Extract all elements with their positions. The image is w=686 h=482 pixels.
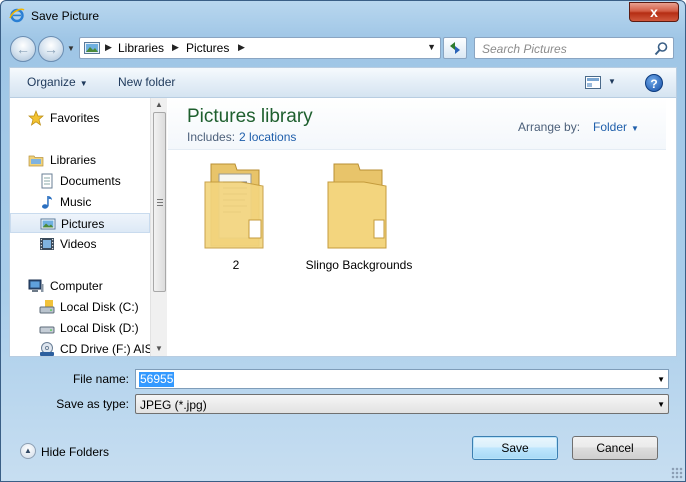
drive-icon — [39, 326, 55, 334]
breadcrumb-separator-icon: ▶ — [105, 42, 112, 52]
navigation-scrollbar[interactable]: ▲ ▼ — [150, 98, 167, 356]
computer-icon — [28, 279, 44, 292]
documents-icon — [41, 173, 53, 189]
nav-label: Computer — [50, 279, 103, 293]
pictures-library-icon — [84, 42, 100, 54]
nav-label: Music — [60, 195, 92, 209]
file-name-value[interactable]: 56955 — [139, 372, 175, 387]
content-area: Favorites Libraries Documents Music Pict… — [9, 97, 677, 357]
folder-icon — [327, 163, 387, 249]
music-icon — [42, 196, 52, 209]
internet-explorer-icon — [9, 8, 25, 23]
cd-drive-icon — [40, 342, 54, 356]
title-bar: Save Picture x — [1, 1, 685, 31]
address-bar[interactable]: ▶ Libraries ▶ Pictures ▶ ▼ — [79, 37, 441, 59]
library-header: Pictures library Includes: 2 locations Ar… — [168, 98, 666, 150]
chevron-up-icon: ▲ — [20, 443, 36, 459]
libraries-icon — [28, 155, 44, 167]
nav-label: CD Drive (F:) AIS — [60, 342, 150, 356]
breadcrumb-separator-icon[interactable]: ▶ — [238, 42, 245, 53]
search-box[interactable]: Search Pictures — [474, 37, 674, 59]
nav-label: Videos — [60, 237, 97, 251]
save-as-type-label: Save as type: — [56, 397, 129, 411]
organize-menu[interactable]: Organize ▼ — [27, 75, 88, 89]
refresh-icon — [450, 42, 460, 54]
navigation-pane: Favorites Libraries Documents Music Pict… — [10, 98, 150, 356]
save-as-type-value: JPEG (*.jpg) — [140, 398, 207, 412]
navigation-bar: ← → ▼ ▶ Libraries ▶ Pictures ▶ ▼ Search … — [1, 31, 685, 65]
view-options-dropdown-icon[interactable]: ▼ — [608, 77, 616, 86]
scroll-up-icon[interactable]: ▲ — [155, 100, 163, 109]
includes-label: Includes: — [187, 130, 236, 144]
includes-locations-link[interactable]: 2 locations — [239, 130, 296, 144]
chevron-down-icon: ▼ — [79, 79, 88, 88]
nav-label: Local Disk (C:) — [60, 300, 139, 314]
help-icon[interactable]: ? — [645, 74, 663, 92]
forward-button[interactable]: → — [38, 36, 64, 62]
folder-with-documents-icon — [204, 163, 264, 249]
videos-icon — [40, 238, 54, 250]
arrange-by-dropdown[interactable]: Folder ▼ — [593, 120, 639, 134]
scrollbar-thumb[interactable] — [153, 112, 166, 292]
file-name-label: File name: — [72, 372, 129, 386]
chevron-down-icon: ▼ — [657, 400, 665, 409]
search-input[interactable]: Search Pictures — [482, 42, 567, 56]
breadcrumb-libraries[interactable]: Libraries — [118, 41, 164, 55]
folder-item[interactable]: 2 — [181, 158, 291, 288]
nav-item-computer[interactable]: Computer — [10, 276, 150, 296]
breadcrumb-pictures[interactable]: Pictures — [186, 41, 229, 55]
file-name-dropdown-icon[interactable]: ▼ — [657, 375, 665, 384]
close-icon: x — [650, 4, 658, 20]
nav-label: Favorites — [50, 111, 100, 125]
arrange-by-value: Folder — [593, 120, 628, 134]
nav-label: Documents — [60, 174, 121, 188]
nav-label: Pictures — [61, 217, 105, 231]
recent-pages-dropdown-icon[interactable]: ▼ — [67, 44, 77, 54]
back-arrow-icon: ← — [16, 41, 30, 57]
cancel-button[interactable]: Cancel — [572, 436, 658, 460]
pictures-icon — [40, 218, 56, 230]
star-icon — [28, 110, 44, 126]
refresh-button[interactable] — [443, 37, 467, 59]
nav-item-local-disk-c[interactable]: Local Disk (C:) — [10, 297, 150, 317]
back-button[interactable]: ← — [10, 36, 36, 62]
arrange-by-label: Arrange by: — [518, 120, 581, 134]
scroll-down-icon[interactable]: ▼ — [155, 344, 163, 353]
library-title: Pictures library — [187, 106, 313, 127]
folder-name: Slingo Backgrounds — [305, 258, 413, 272]
save-picture-dialog: Save Picture x ← → ▼ ▶ Libraries ▶ Pictu… — [0, 0, 686, 482]
nav-item-videos[interactable]: Videos — [10, 234, 150, 254]
folder-item[interactable]: Slingo Backgrounds — [304, 158, 414, 288]
nav-item-documents[interactable]: Documents — [10, 171, 150, 191]
chevron-down-icon: ▼ — [631, 124, 639, 133]
close-button[interactable]: x — [629, 2, 679, 22]
address-dropdown-icon[interactable]: ▼ — [427, 42, 436, 52]
nav-item-music[interactable]: Music — [10, 192, 150, 212]
file-list-pane: Pictures library Includes: 2 locations Ar… — [168, 98, 676, 356]
command-toolbar: Organize ▼ New folder ▼ ? — [9, 67, 677, 97]
nav-item-local-disk-d[interactable]: Local Disk (D:) — [10, 318, 150, 338]
nav-item-cd-drive-f[interactable]: CD Drive (F:) AIS — [10, 339, 150, 356]
search-icon[interactable] — [653, 41, 669, 57]
window-title: Save Picture — [31, 9, 100, 23]
nav-label: Libraries — [50, 153, 97, 167]
nav-item-pictures[interactable]: Pictures — [10, 213, 150, 233]
resize-grip[interactable] — [671, 467, 683, 479]
nav-item-libraries[interactable]: Libraries — [10, 150, 150, 170]
change-view-icon[interactable] — [585, 76, 601, 89]
organize-label: Organize — [27, 75, 76, 89]
new-folder-button[interactable]: New folder — [118, 75, 175, 89]
breadcrumb-separator-icon[interactable]: ▶ — [172, 42, 179, 53]
forward-arrow-icon: → — [44, 41, 58, 57]
hide-folders-label: Hide Folders — [41, 445, 110, 459]
drive-icon — [39, 300, 55, 314]
file-name-input[interactable]: 56955 ▼ — [135, 369, 669, 389]
folder-name: 2 — [232, 258, 240, 272]
save-button[interactable]: Save — [472, 436, 558, 460]
nav-item-favorites[interactable]: Favorites — [10, 108, 150, 128]
nav-label: Local Disk (D:) — [60, 321, 139, 335]
library-includes: Includes: 2 locations — [187, 130, 296, 144]
save-as-type-select[interactable]: JPEG (*.jpg) ▼ — [135, 394, 669, 414]
